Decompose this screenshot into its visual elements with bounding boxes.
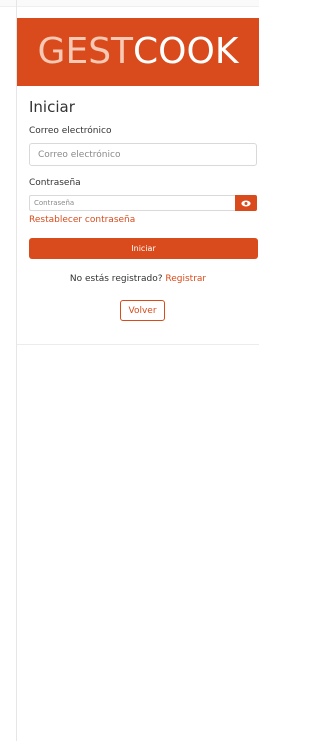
brand-logo-part1: GEST bbox=[37, 31, 134, 72]
password-placeholder: Contraseña bbox=[34, 199, 75, 207]
password-group: Contraseña bbox=[29, 195, 257, 211]
brand-logo: GEST COOK bbox=[17, 18, 259, 86]
email-label: Correo electrónico bbox=[29, 126, 112, 136]
email-field[interactable]: Correo electrónico bbox=[29, 143, 257, 166]
back-button[interactable]: Volver bbox=[120, 300, 165, 321]
form-title: Iniciar bbox=[29, 98, 75, 116]
password-field[interactable]: Contraseña bbox=[29, 195, 235, 211]
brand-logo-part2: COOK bbox=[133, 31, 239, 72]
login-card: GEST COOK Iniciar Correo electrónico Corr… bbox=[17, 18, 259, 345]
register-line: No estás registrado? Registrar bbox=[17, 274, 259, 284]
register-link[interactable]: Registrar bbox=[165, 274, 206, 284]
eye-icon bbox=[241, 200, 251, 206]
register-prompt: No estás registrado? bbox=[69, 274, 163, 284]
password-label: Contraseña bbox=[29, 178, 81, 188]
login-button[interactable]: Iniciar bbox=[29, 238, 258, 259]
top-strip bbox=[0, 0, 259, 7]
email-placeholder: Correo electrónico bbox=[38, 149, 121, 160]
toggle-password-button[interactable] bbox=[235, 195, 257, 211]
reset-password-link[interactable]: Restablecer contraseña bbox=[29, 215, 135, 225]
